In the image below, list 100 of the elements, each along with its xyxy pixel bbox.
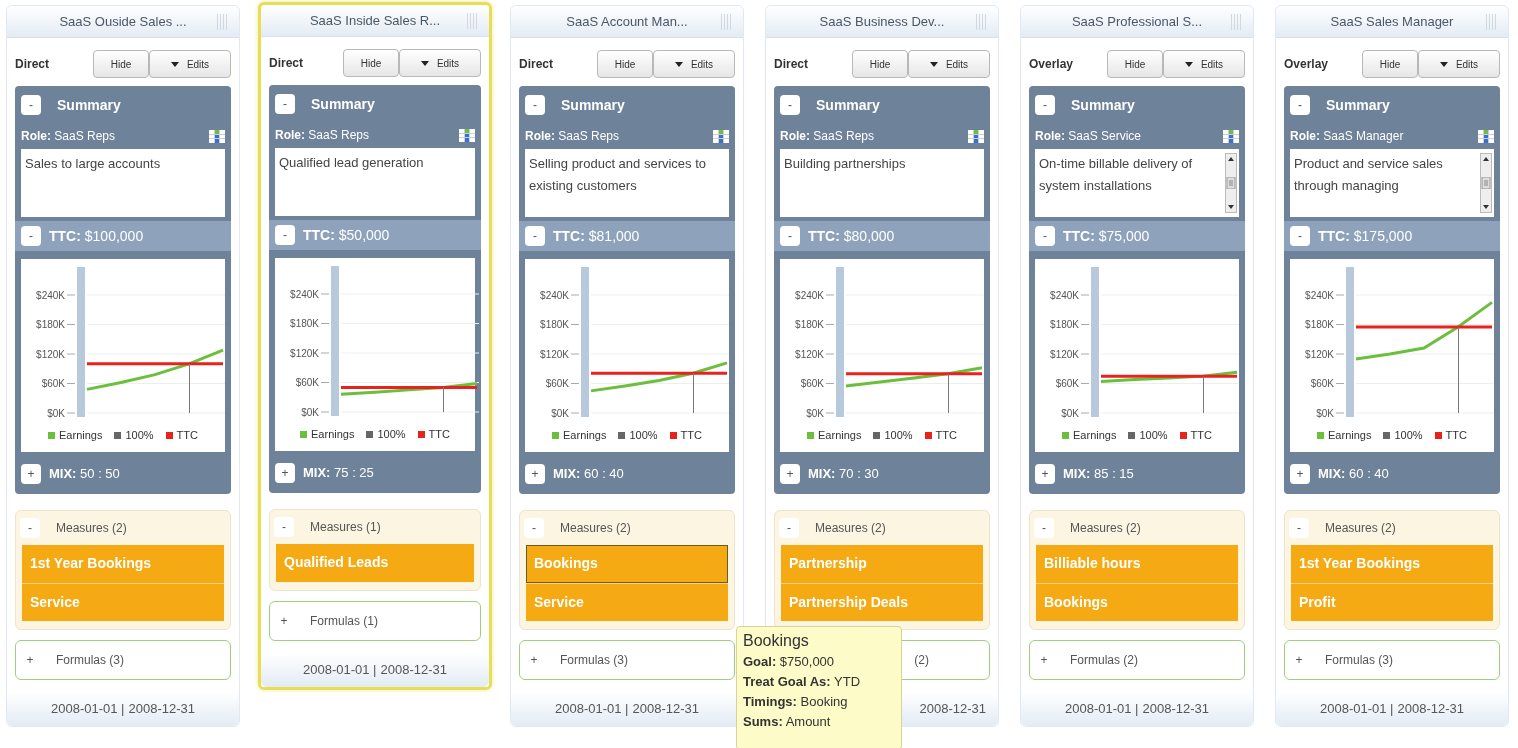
section-title: Formulas (2) — [1070, 651, 1138, 669]
grip-icon[interactable] — [217, 14, 227, 30]
hide-button[interactable]: Hide — [597, 50, 653, 78]
toggle-button[interactable]: + — [1290, 463, 1310, 484]
grid-icon[interactable] — [968, 129, 984, 143]
tick-mark — [570, 383, 580, 384]
tick-mark — [1335, 412, 1345, 414]
legend-swatch — [1179, 431, 1187, 439]
role-label: Role: SaaS Reps — [21, 128, 116, 145]
grid-icon[interactable] — [713, 129, 729, 143]
tick-mark — [320, 352, 330, 354]
toggle-button[interactable]: + — [525, 463, 545, 484]
axis-label: $0K — [1061, 407, 1079, 419]
grip-icon[interactable] — [976, 14, 986, 30]
tick-mark — [1335, 353, 1345, 355]
grip-icon[interactable] — [1231, 14, 1241, 30]
caret-icon — [674, 61, 683, 67]
edits-button[interactable]: Edits — [908, 50, 990, 78]
edits-button[interactable]: Edits — [399, 49, 481, 77]
edits-button[interactable]: Edits — [653, 50, 735, 78]
toggle-button[interactable]: - — [1290, 95, 1310, 115]
hide-button[interactable]: Hide — [343, 49, 399, 77]
section-title: Measures (1) — [310, 518, 381, 536]
column-title: SaaS Professional S... — [1071, 12, 1203, 31]
axis-label: $60K — [41, 378, 65, 389]
legend-swatch — [618, 431, 626, 439]
toggle-button[interactable]: - — [275, 225, 295, 245]
toggle-button[interactable]: - — [780, 226, 800, 246]
ttc-label: TTC: $175,000 — [1318, 226, 1413, 246]
toggle-button[interactable]: - — [1035, 226, 1055, 246]
section-title: Summary — [816, 95, 880, 115]
toggle-button[interactable]: - — [1034, 517, 1054, 538]
mode-label: Overlay — [1284, 56, 1329, 73]
toggle-button[interactable]: - — [1035, 95, 1055, 115]
toggle-button[interactable]: - — [20, 517, 40, 538]
toggle-button[interactable]: - — [525, 95, 545, 115]
axis-label: $0K — [806, 407, 824, 419]
legend-label: Earnings — [818, 428, 862, 443]
toggle-button[interactable]: + — [275, 462, 295, 483]
caret-icon — [170, 61, 179, 67]
role-label: Role: SaaS Reps — [780, 128, 875, 145]
description-text: Qualified lead generation — [278, 154, 425, 172]
axis-label: $240K — [290, 288, 319, 300]
toggle-button[interactable]: - — [780, 95, 800, 115]
tooltip-line: Timings: Booking — [743, 693, 849, 711]
toggle-button[interactable]: - — [525, 226, 545, 246]
toggle-button[interactable]: - — [779, 517, 799, 538]
toggle-button[interactable]: - — [274, 516, 294, 537]
axis-label: $60K — [800, 378, 824, 389]
legend-label: Earnings — [1328, 428, 1372, 443]
edits-button[interactable]: Edits — [1418, 50, 1500, 78]
toggle-button[interactable]: + — [1035, 463, 1055, 484]
scrollbar[interactable] — [1480, 153, 1492, 213]
toggle-button[interactable]: + — [780, 463, 800, 484]
toggle-button[interactable]: + — [21, 463, 41, 484]
legend-label: TTC — [1445, 428, 1467, 443]
tick-mark — [570, 412, 580, 414]
axis-label: $180K — [1305, 319, 1334, 330]
scrollbar[interactable] — [1225, 153, 1237, 213]
date-range: 2008-01-01 | — [1320, 699, 1394, 718]
tick-mark — [1080, 294, 1090, 296]
legend-label: TTC — [1190, 428, 1212, 443]
grid-icon[interactable] — [209, 129, 225, 143]
legend-swatch — [1434, 431, 1442, 439]
toggle-button[interactable]: - — [21, 226, 41, 246]
legend-swatch — [807, 431, 814, 439]
date-range: 2008-12-31 — [919, 699, 986, 718]
toggle-button[interactable]: - — [524, 517, 544, 538]
axis-label: $120K — [36, 348, 65, 360]
edits-button[interactable]: Edits — [1163, 50, 1245, 78]
tick-mark — [570, 324, 580, 325]
role-label: Role: SaaS Reps — [275, 127, 370, 144]
caret-icon — [1184, 61, 1193, 67]
legend-label: Earnings — [1073, 428, 1117, 443]
legend-swatch — [114, 431, 122, 439]
tick-mark — [825, 353, 835, 355]
axis-label: $120K — [540, 348, 569, 360]
toggle-button[interactable]: - — [21, 95, 41, 115]
grid-icon[interactable] — [1478, 129, 1494, 143]
hide-button[interactable]: Hide — [852, 50, 908, 78]
hide-button[interactable]: Hide — [1107, 50, 1163, 78]
toggle-button[interactable]: - — [275, 94, 295, 114]
hide-button[interactable]: Hide — [1362, 50, 1418, 78]
toggle-button[interactable]: - — [1290, 226, 1310, 246]
grip-icon[interactable] — [1486, 14, 1496, 30]
axis-label: $120K — [1305, 348, 1334, 360]
grid-icon[interactable] — [1223, 129, 1239, 143]
date-range: 2008-01-01 | — [555, 699, 629, 718]
date-range: 2008-12-31 — [380, 660, 447, 679]
toggle-button[interactable]: - — [1289, 517, 1309, 538]
tooltip-line: Goal: $750,000 — [743, 653, 836, 671]
scroll-thumb[interactable] — [1481, 177, 1491, 189]
edits-button[interactable]: Edits — [149, 50, 231, 78]
grip-icon[interactable] — [721, 14, 731, 30]
mix-label: MIX: 70 : 30 — [808, 464, 879, 483]
hide-button[interactable]: Hide — [93, 50, 149, 78]
grip-icon[interactable] — [467, 13, 477, 29]
grid-icon[interactable] — [459, 128, 475, 142]
tick-mark — [825, 412, 835, 414]
scroll-thumb[interactable] — [1226, 177, 1236, 189]
